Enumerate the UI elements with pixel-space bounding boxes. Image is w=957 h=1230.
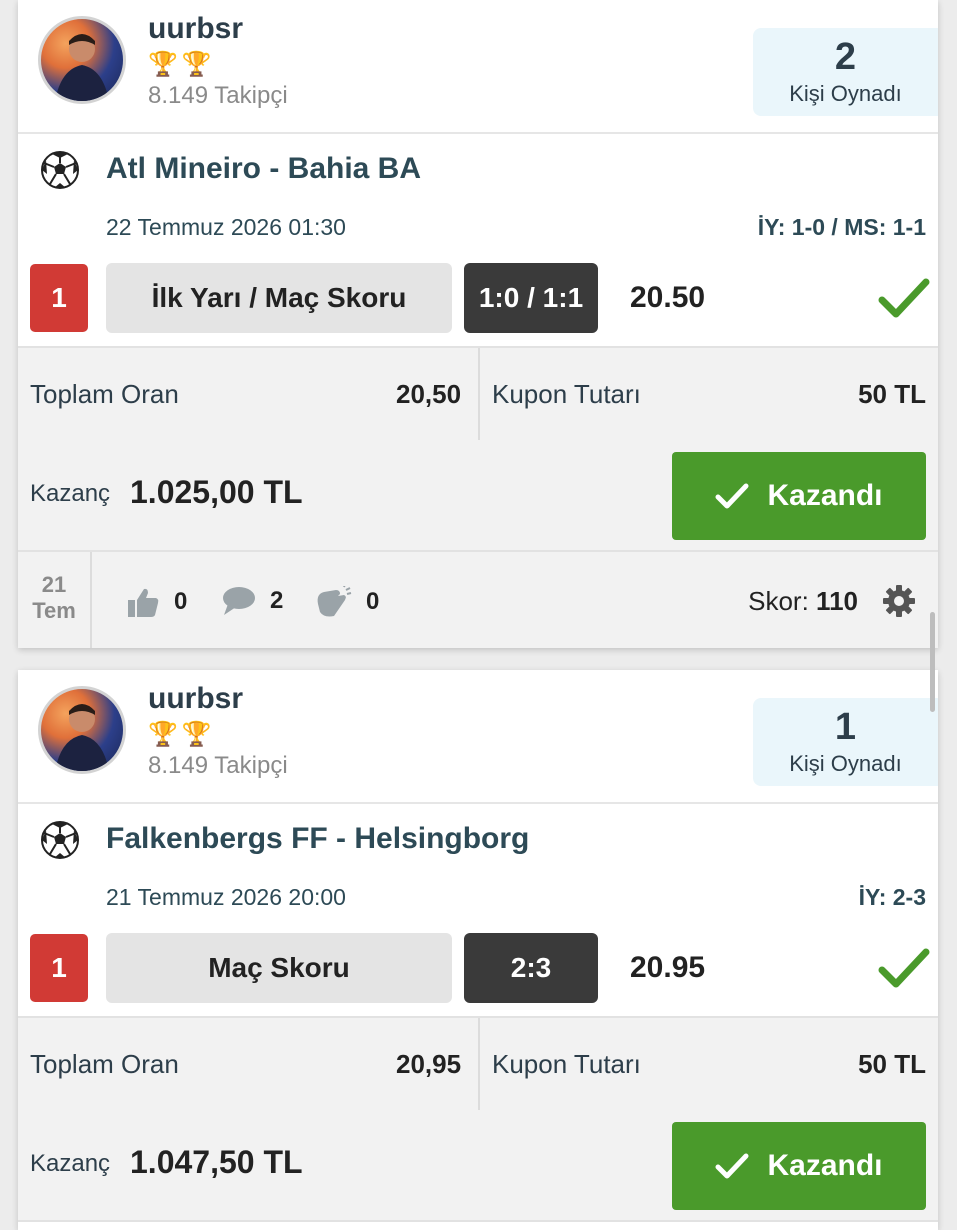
follower-count: 8.149 Takipçi xyxy=(148,752,288,779)
match-date: 22 Temmuz 2026 01:30 xyxy=(106,214,346,240)
check-icon xyxy=(878,278,930,318)
stake-value: 50 TL xyxy=(858,379,926,409)
winnings-amount: 1.047,50 TL xyxy=(130,1144,303,1180)
match-result: İY: 1-0 / MS: 1-1 xyxy=(757,214,926,240)
check-icon xyxy=(715,483,749,509)
played-count: 1 xyxy=(834,706,857,748)
bet-odds: 20.50 xyxy=(630,281,706,314)
bet-value: 2:3 xyxy=(464,933,598,1003)
match-title[interactable]: Falkenbergs FF - Helsingborg xyxy=(106,822,529,856)
match-row: Atl Mineiro - Bahia BA 22 Temmuz 2026 01… xyxy=(18,134,938,344)
match-title[interactable]: Atl Mineiro - Bahia BA xyxy=(106,152,421,186)
gear-icon[interactable] xyxy=(882,584,916,618)
coupon-card: uurbsr 🏆🏆 8.149 Takipçi 2 Kişi Oynadı At… xyxy=(18,0,938,648)
pick-number-badge: 1 xyxy=(30,934,88,1002)
check-icon xyxy=(715,1153,749,1179)
match-row: Falkenbergs FF - Helsingborg 21 Temmuz 2… xyxy=(18,804,938,1014)
won-status-label: Kazandı xyxy=(767,1149,883,1182)
won-status-button[interactable]: Kazandı xyxy=(672,452,926,540)
divider xyxy=(478,1018,480,1110)
username[interactable]: uurbsr xyxy=(148,12,243,46)
thumbs-up-icon xyxy=(128,588,159,617)
match-date: 21 Temmuz 2026 20:00 xyxy=(106,884,346,910)
score-value: 110 xyxy=(816,586,858,616)
post-date: 21 Tem xyxy=(18,552,92,648)
winnings-row: Kazanç 1.025,00 TL Kazandı xyxy=(18,440,938,552)
avatar[interactable] xyxy=(38,16,126,104)
post-day: 21 xyxy=(41,572,67,597)
clap-icon xyxy=(317,586,352,617)
stake-value: 50 TL xyxy=(858,1049,926,1079)
total-odds-label: Toplam Oran xyxy=(30,379,179,409)
bet-type: Maç Skoru xyxy=(106,933,452,1003)
trophy-icons: 🏆🏆 xyxy=(148,51,216,78)
check-icon xyxy=(878,948,930,988)
trophy-icons: 🏆🏆 xyxy=(148,721,216,748)
soccer-ball-icon xyxy=(41,821,79,859)
user-header[interactable]: uurbsr 🏆🏆 8.149 Takipçi 1 Kişi Oynadı xyxy=(18,670,938,804)
winnings-label: Kazanç xyxy=(30,1150,111,1177)
summary-row: Toplam Oran 20,95 Kupon Tutarı 50 TL xyxy=(18,1016,938,1112)
card-footer: 21 Tem 0 2 0 Skor: 110 xyxy=(18,552,938,648)
score: Skor: 110 xyxy=(748,586,858,617)
score-label: Skor: xyxy=(748,586,809,616)
clap-count: 0 xyxy=(366,588,380,615)
played-label: Kişi Oynadı xyxy=(789,751,902,776)
stake-label: Kupon Tutarı xyxy=(492,379,641,409)
scrollbar[interactable] xyxy=(930,612,935,712)
won-status-button[interactable]: Kazandı xyxy=(672,1122,926,1210)
total-odds-value: 20,95 xyxy=(396,1049,462,1079)
bet-odds: 20.95 xyxy=(630,951,706,984)
winnings-amount: 1.025,00 TL xyxy=(130,474,303,510)
match-result: İY: 2-3 xyxy=(858,884,926,910)
divider xyxy=(478,348,480,440)
clap-button[interactable]: 0 xyxy=(314,586,379,618)
stake-label: Kupon Tutarı xyxy=(492,1049,641,1079)
soccer-ball-icon xyxy=(41,151,79,189)
bet-value: 1:0 / 1:1 xyxy=(464,263,598,333)
comment-count: 2 xyxy=(270,587,284,614)
follower-count: 8.149 Takipçi xyxy=(148,82,288,109)
like-button[interactable]: 0 xyxy=(126,586,187,618)
avatar[interactable] xyxy=(38,686,126,774)
winnings-row: Kazanç 1.047,50 TL Kazandı xyxy=(18,1110,938,1222)
like-count: 0 xyxy=(174,588,188,615)
user-header[interactable]: uurbsr 🏆🏆 8.149 Takipçi 2 Kişi Oynadı xyxy=(18,0,938,134)
total-odds-value: 20,50 xyxy=(396,379,462,409)
comment-button[interactable]: 2 xyxy=(222,586,283,616)
coupon-card: uurbsr 🏆🏆 8.149 Takipçi 1 Kişi Oynadı Fa… xyxy=(18,670,938,1230)
played-count-box: 1 Kişi Oynadı xyxy=(753,698,938,786)
bet-type: İlk Yarı / Maç Skoru xyxy=(106,263,452,333)
total-odds-label: Toplam Oran xyxy=(30,1049,179,1079)
played-count-box: 2 Kişi Oynadı xyxy=(753,28,938,116)
pick-number-badge: 1 xyxy=(30,264,88,332)
username[interactable]: uurbsr xyxy=(148,682,243,716)
played-label: Kişi Oynadı xyxy=(789,81,902,106)
won-status-label: Kazandı xyxy=(767,479,883,512)
summary-row: Toplam Oran 20,50 Kupon Tutarı 50 TL xyxy=(18,346,938,442)
comment-icon xyxy=(223,587,255,615)
played-count: 2 xyxy=(834,36,857,78)
post-month: Tem xyxy=(32,598,76,623)
winnings-label: Kazanç xyxy=(30,480,111,507)
